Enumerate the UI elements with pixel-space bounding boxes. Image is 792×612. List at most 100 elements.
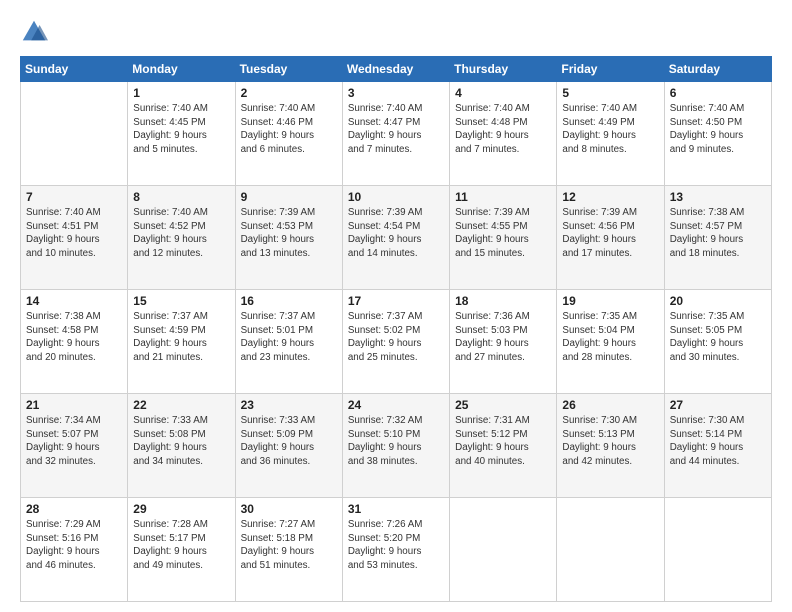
calendar-week-5: 28Sunrise: 7:29 AMSunset: 5:16 PMDayligh… xyxy=(21,498,772,602)
calendar-cell: 30 Sunrise: 7:27 AMSunset: 5:18 PMDayligh… xyxy=(235,498,342,602)
calendar-cell xyxy=(664,498,771,602)
day-info: Sunrise: 7:26 AMSunset: 5:20 PMDaylight:… xyxy=(348,518,444,573)
day-number: 3 xyxy=(348,86,444,100)
day-info: Sunrise: 7:36 AMSunset: 5:03 PMDaylight:… xyxy=(455,310,551,365)
day-number: 5 xyxy=(562,86,658,100)
calendar-cell: 29Sunrise: 7:28 AMSunset: 5:17 PMDayligh… xyxy=(128,498,235,602)
calendar-cell: 1 Sunrise: 7:40 AMSunset: 4:45 PMDaylight… xyxy=(128,82,235,186)
day-info: Sunrise: 7:40 AMSunset: 4:50 PMDaylight:… xyxy=(670,102,766,157)
day-number: 23 xyxy=(241,398,337,412)
day-info: Sunrise: 7:37 AMSunset: 5:01 PMDaylight:… xyxy=(241,310,337,365)
calendar-cell: 19 Sunrise: 7:35 AMSunset: 5:04 PMDayligh… xyxy=(557,290,664,394)
calendar-cell: 12 Sunrise: 7:39 AMSunset: 4:56 PMDayligh… xyxy=(557,186,664,290)
day-number: 16 xyxy=(241,294,337,308)
day-info: Sunrise: 7:30 AMSunset: 5:14 PMDaylight:… xyxy=(670,414,766,469)
calendar-table: SundayMondayTuesdayWednesdayThursdayFrid… xyxy=(20,56,772,602)
calendar-cell: 25 Sunrise: 7:31 AMSunset: 5:12 PMDayligh… xyxy=(450,394,557,498)
calendar-cell: 5 Sunrise: 7:40 AMSunset: 4:49 PMDaylight… xyxy=(557,82,664,186)
calendar-cell: 24 Sunrise: 7:32 AMSunset: 5:10 PMDayligh… xyxy=(342,394,449,498)
calendar-cell: 8 Sunrise: 7:40 AMSunset: 4:52 PMDaylight… xyxy=(128,186,235,290)
day-number: 27 xyxy=(670,398,766,412)
calendar-cell: 17 Sunrise: 7:37 AMSunset: 5:02 PMDayligh… xyxy=(342,290,449,394)
day-number: 10 xyxy=(348,190,444,204)
calendar-cell: 3Sunrise: 7:40 AMSunset: 4:47 PMDaylight… xyxy=(342,82,449,186)
calendar-cell: 16 Sunrise: 7:37 AMSunset: 5:01 PMDayligh… xyxy=(235,290,342,394)
day-info: Sunrise: 7:39 AMSunset: 4:53 PMDaylight:… xyxy=(241,206,337,261)
calendar-cell: 6Sunrise: 7:40 AMSunset: 4:50 PMDaylight… xyxy=(664,82,771,186)
day-info: Sunrise: 7:30 AMSunset: 5:13 PMDaylight:… xyxy=(562,414,658,469)
day-info: Sunrise: 7:40 AMSunset: 4:52 PMDaylight:… xyxy=(133,206,229,261)
calendar-cell: 28Sunrise: 7:29 AMSunset: 5:16 PMDayligh… xyxy=(21,498,128,602)
calendar-cell: 21 Sunrise: 7:34 AMSunset: 5:07 PMDayligh… xyxy=(21,394,128,498)
day-number: 20 xyxy=(670,294,766,308)
day-number: 12 xyxy=(562,190,658,204)
day-info: Sunrise: 7:40 AMSunset: 4:46 PMDaylight:… xyxy=(241,102,337,157)
day-info: Sunrise: 7:31 AMSunset: 5:12 PMDaylight:… xyxy=(455,414,551,469)
header-cell-wednesday: Wednesday xyxy=(342,57,449,82)
day-number: 24 xyxy=(348,398,444,412)
day-info: Sunrise: 7:28 AMSunset: 5:17 PMDaylight:… xyxy=(133,518,229,573)
logo xyxy=(20,18,52,46)
calendar-week-3: 14Sunrise: 7:38 AMSunset: 4:58 PMDayligh… xyxy=(21,290,772,394)
day-info: Sunrise: 7:40 AMSunset: 4:45 PMDaylight:… xyxy=(133,102,229,157)
day-info: Sunrise: 7:40 AMSunset: 4:49 PMDaylight:… xyxy=(562,102,658,157)
day-info: Sunrise: 7:39 AMSunset: 4:55 PMDaylight:… xyxy=(455,206,551,261)
day-info: Sunrise: 7:35 AMSunset: 5:04 PMDaylight:… xyxy=(562,310,658,365)
calendar-cell: 18 Sunrise: 7:36 AMSunset: 5:03 PMDayligh… xyxy=(450,290,557,394)
header-cell-thursday: Thursday xyxy=(450,57,557,82)
calendar-cell: 10 Sunrise: 7:39 AMSunset: 4:54 PMDayligh… xyxy=(342,186,449,290)
day-number: 18 xyxy=(455,294,551,308)
day-number: 4 xyxy=(455,86,551,100)
day-number: 13 xyxy=(670,190,766,204)
day-info: Sunrise: 7:37 AMSunset: 5:02 PMDaylight:… xyxy=(348,310,444,365)
day-info: Sunrise: 7:37 AMSunset: 4:59 PMDaylight:… xyxy=(133,310,229,365)
day-number: 8 xyxy=(133,190,229,204)
header-cell-monday: Monday xyxy=(128,57,235,82)
page: SundayMondayTuesdayWednesdayThursdayFrid… xyxy=(0,0,792,612)
calendar-week-4: 21 Sunrise: 7:34 AMSunset: 5:07 PMDayligh… xyxy=(21,394,772,498)
day-number: 30 xyxy=(241,502,337,516)
calendar-cell: 13 Sunrise: 7:38 AMSunset: 4:57 PMDayligh… xyxy=(664,186,771,290)
calendar-cell: 31Sunrise: 7:26 AMSunset: 5:20 PMDayligh… xyxy=(342,498,449,602)
day-info: Sunrise: 7:35 AMSunset: 5:05 PMDaylight:… xyxy=(670,310,766,365)
calendar-cell: 23Sunrise: 7:33 AMSunset: 5:09 PMDayligh… xyxy=(235,394,342,498)
day-number: 2 xyxy=(241,86,337,100)
calendar-cell: 4 Sunrise: 7:40 AMSunset: 4:48 PMDaylight… xyxy=(450,82,557,186)
day-info: Sunrise: 7:34 AMSunset: 5:07 PMDaylight:… xyxy=(26,414,122,469)
day-info: Sunrise: 7:39 AMSunset: 4:54 PMDaylight:… xyxy=(348,206,444,261)
day-number: 9 xyxy=(241,190,337,204)
day-number: 15 xyxy=(133,294,229,308)
day-info: Sunrise: 7:39 AMSunset: 4:56 PMDaylight:… xyxy=(562,206,658,261)
day-number: 17 xyxy=(348,294,444,308)
day-number: 22 xyxy=(133,398,229,412)
header xyxy=(20,18,772,46)
day-number: 26 xyxy=(562,398,658,412)
day-number: 25 xyxy=(455,398,551,412)
day-info: Sunrise: 7:32 AMSunset: 5:10 PMDaylight:… xyxy=(348,414,444,469)
calendar-week-2: 7 Sunrise: 7:40 AMSunset: 4:51 PMDaylight… xyxy=(21,186,772,290)
day-number: 19 xyxy=(562,294,658,308)
header-cell-tuesday: Tuesday xyxy=(235,57,342,82)
calendar-cell: 20 Sunrise: 7:35 AMSunset: 5:05 PMDayligh… xyxy=(664,290,771,394)
day-number: 7 xyxy=(26,190,122,204)
day-info: Sunrise: 7:27 AMSunset: 5:18 PMDaylight:… xyxy=(241,518,337,573)
calendar-cell: 2 Sunrise: 7:40 AMSunset: 4:46 PMDaylight… xyxy=(235,82,342,186)
calendar-cell: 27 Sunrise: 7:30 AMSunset: 5:14 PMDayligh… xyxy=(664,394,771,498)
day-info: Sunrise: 7:38 AMSunset: 4:57 PMDaylight:… xyxy=(670,206,766,261)
calendar-week-1: 1 Sunrise: 7:40 AMSunset: 4:45 PMDaylight… xyxy=(21,82,772,186)
calendar-cell xyxy=(557,498,664,602)
day-info: Sunrise: 7:40 AMSunset: 4:48 PMDaylight:… xyxy=(455,102,551,157)
calendar-cell xyxy=(450,498,557,602)
calendar-body: 1 Sunrise: 7:40 AMSunset: 4:45 PMDaylight… xyxy=(21,82,772,602)
header-cell-saturday: Saturday xyxy=(664,57,771,82)
day-number: 21 xyxy=(26,398,122,412)
calendar-cell: 14Sunrise: 7:38 AMSunset: 4:58 PMDayligh… xyxy=(21,290,128,394)
header-cell-friday: Friday xyxy=(557,57,664,82)
day-number: 1 xyxy=(133,86,229,100)
day-number: 14 xyxy=(26,294,122,308)
day-number: 11 xyxy=(455,190,551,204)
calendar-cell: 9 Sunrise: 7:39 AMSunset: 4:53 PMDaylight… xyxy=(235,186,342,290)
day-info: Sunrise: 7:29 AMSunset: 5:16 PMDaylight:… xyxy=(26,518,122,573)
day-info: Sunrise: 7:40 AMSunset: 4:51 PMDaylight:… xyxy=(26,206,122,261)
day-info: Sunrise: 7:33 AMSunset: 5:08 PMDaylight:… xyxy=(133,414,229,469)
